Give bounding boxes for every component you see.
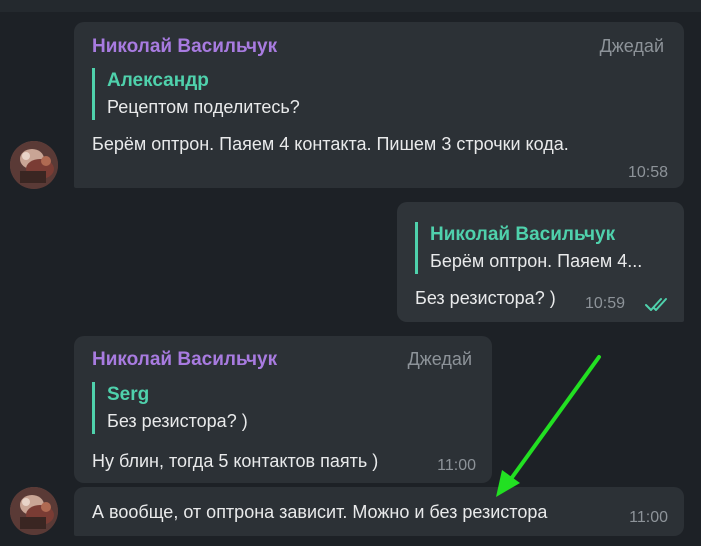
avatar[interactable] <box>10 487 58 535</box>
message-time: 11:00 <box>437 457 476 474</box>
reply-author: Serg <box>107 384 150 405</box>
message-text: Без резистора? ) <box>415 288 556 308</box>
message-time: 10:59 <box>585 295 626 312</box>
message-sender[interactable]: Николай Васильчук <box>92 36 277 58</box>
reply-quote[interactable]: Serg Без резистора? ) <box>92 382 248 434</box>
avatar-image <box>10 487 58 535</box>
top-strip <box>0 0 701 12</box>
double-check-icon <box>645 298 667 311</box>
message-bubble-incoming[interactable]: Николай Васильчук Джедай Александр Рецеп… <box>74 22 684 188</box>
reply-text: Берём оптрон. Паяем 4... <box>430 251 643 271</box>
message-bubble-incoming[interactable]: А вообще, от оптрона зависит. Можно и бе… <box>74 487 684 536</box>
message-time: 10:58 <box>627 164 668 181</box>
reply-quote[interactable]: Николай Васильчук Берём оптрон. Паяем 4.… <box>415 222 642 274</box>
reply-quote[interactable]: Александр Рецептом поделитесь? <box>92 68 300 120</box>
message-bubble-incoming[interactable]: Николай Васильчук Джедай Serg Без резист… <box>74 336 492 483</box>
message-text: А вообще, от оптрона зависит. Можно и бе… <box>92 502 548 522</box>
reply-author: Александр <box>107 70 209 91</box>
reply-text: Без резистора? ) <box>107 411 248 431</box>
reply-text: Рецептом поделитесь? <box>107 97 300 117</box>
message-sender[interactable]: Николай Васильчук <box>92 349 277 371</box>
message-text: Ну блин, тогда 5 контактов паять ) <box>92 451 379 471</box>
message-bubble-outgoing[interactable]: Николай Васильчук Берём оптрон. Паяем 4.… <box>397 202 684 322</box>
avatar[interactable] <box>10 141 58 189</box>
avatar-image <box>10 141 58 189</box>
message-time: 11:00 <box>629 509 668 526</box>
sender-badge: Джедай <box>599 36 664 56</box>
reply-author: Николай Васильчук <box>430 224 616 245</box>
sender-badge: Джедай <box>407 349 472 369</box>
message-text: Берём оптрон. Паяем 4 контакта. Пишем 3 … <box>92 134 569 154</box>
